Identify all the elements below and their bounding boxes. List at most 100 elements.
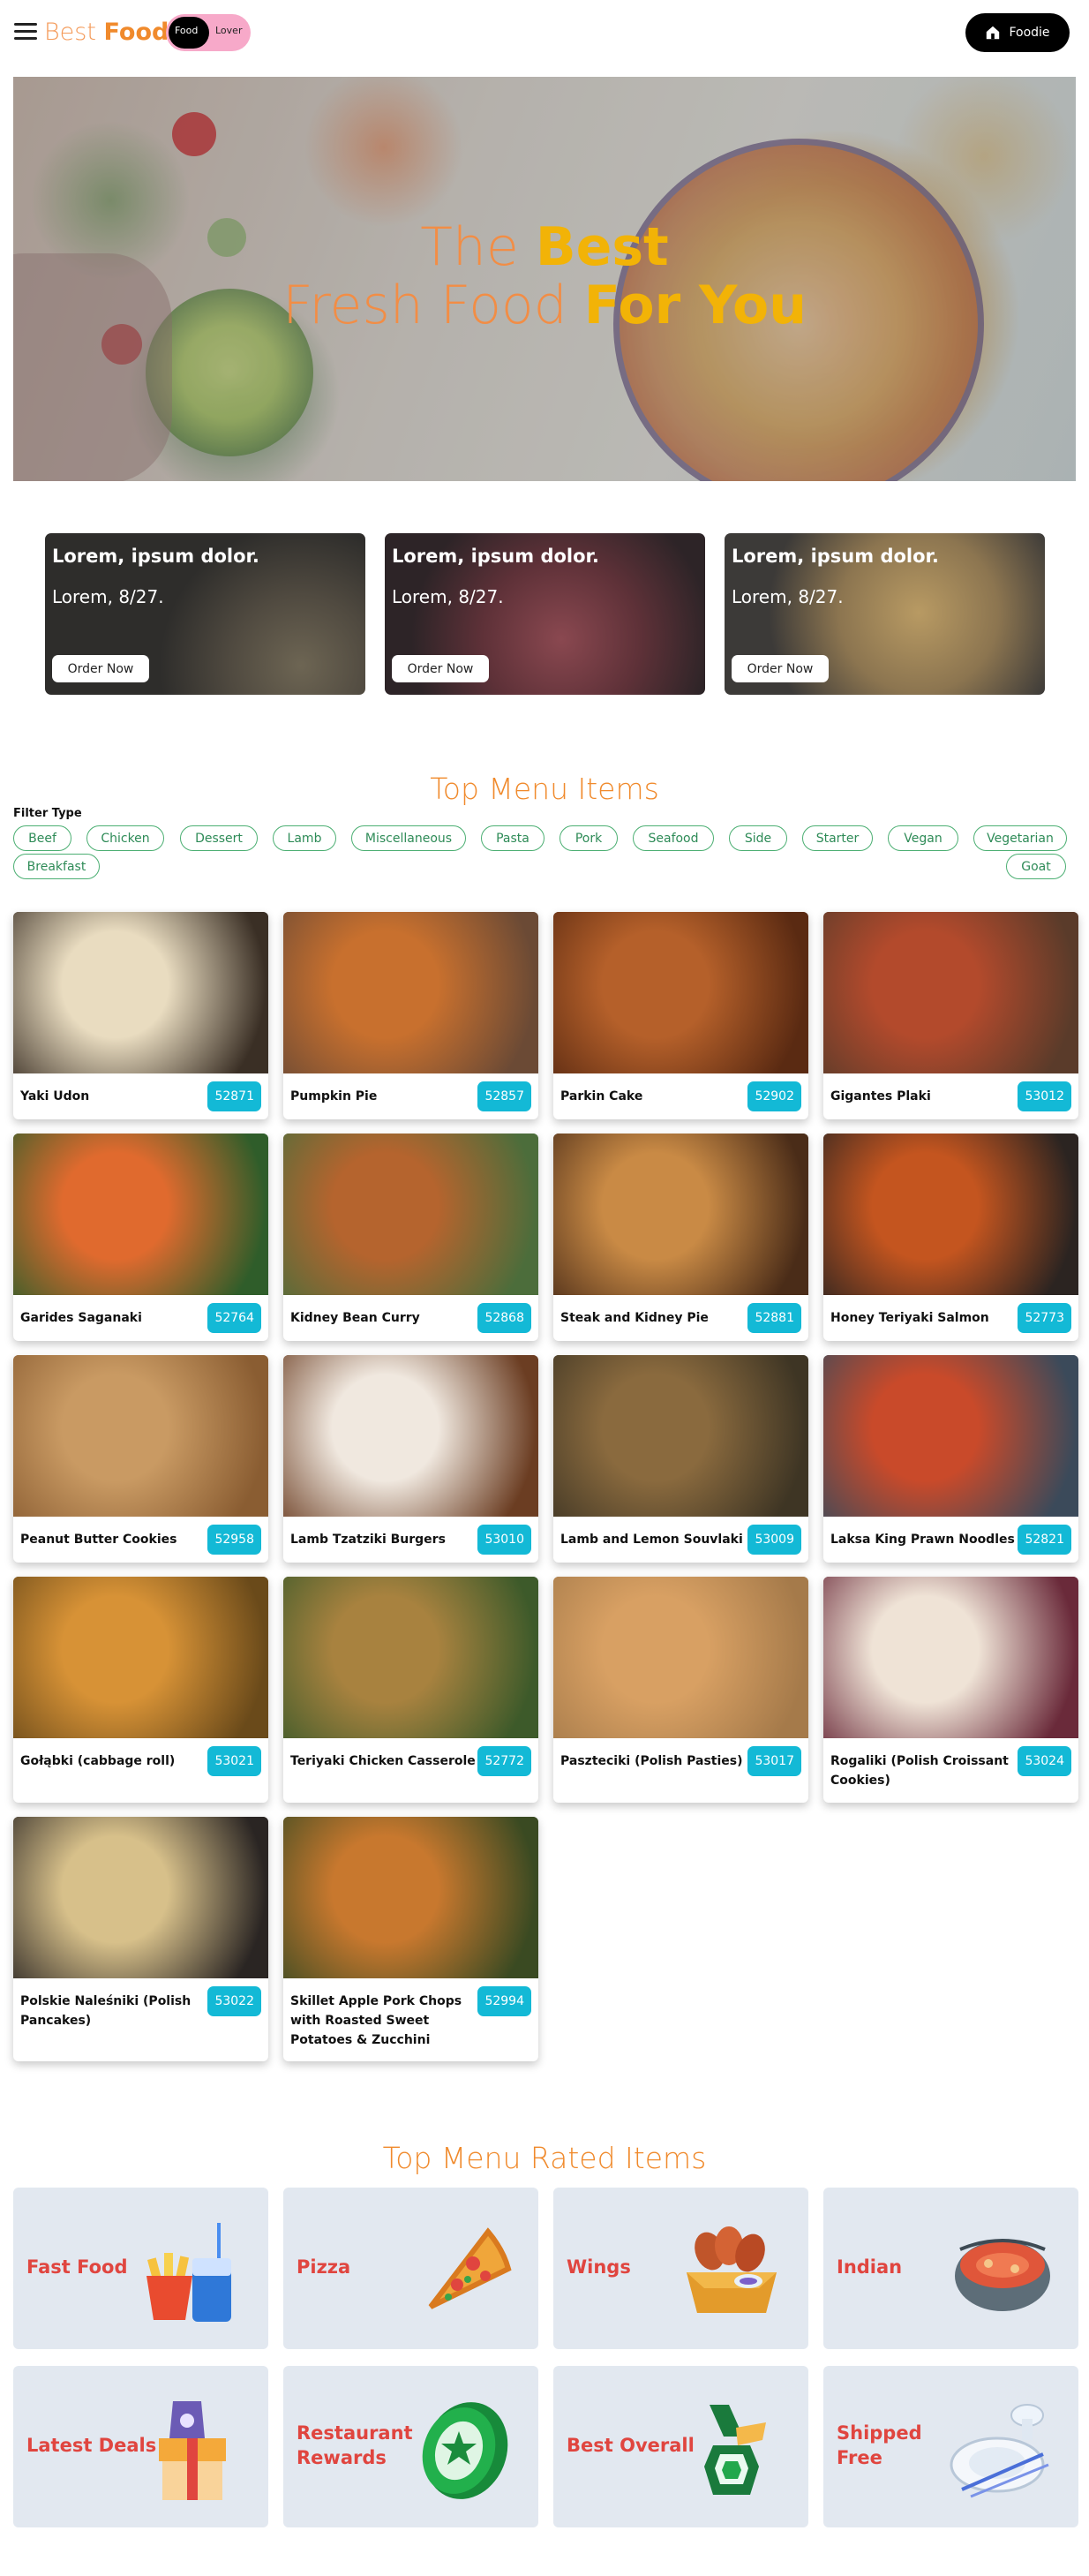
fast-food-icon xyxy=(146,2223,231,2322)
indian-curry-icon xyxy=(955,2239,1050,2311)
food-photo xyxy=(823,1355,1078,1517)
menu-card[interactable]: Paszteciki (Polish Pasties) 53017 xyxy=(553,1577,808,1803)
top-rated-title: Top Menu Rated Items xyxy=(382,2141,707,2175)
category-wings[interactable]: Wings xyxy=(553,2188,808,2349)
menu-item-id-badge: 52881 xyxy=(747,1303,801,1333)
menu-card[interactable]: Lamb Tzatziki Burgers 53010 xyxy=(283,1355,538,1563)
menu-item-id-badge: 52764 xyxy=(207,1303,261,1333)
toggle-off-label: Lover xyxy=(215,25,243,36)
food-photo xyxy=(553,1577,808,1738)
menu-card[interactable]: Parkin Cake 52902 xyxy=(553,912,808,1119)
filter-chip-goat[interactable]: Goat xyxy=(1006,854,1066,879)
filter-chip-side[interactable]: Side xyxy=(729,825,787,851)
food-photo xyxy=(283,1577,538,1738)
wings-icon xyxy=(687,2226,777,2313)
top-menu-title: Top Menu Items xyxy=(430,772,659,806)
hero-line2-light: Fresh Food xyxy=(282,275,567,336)
promo-subtitle: Lorem, 8/27. xyxy=(52,586,164,607)
order-now-button[interactable]: Order Now xyxy=(52,655,149,682)
brand-logo[interactable]: Best Foods xyxy=(44,18,183,48)
menu-item-id-badge: 53021 xyxy=(207,1746,261,1776)
menu-card[interactable]: Gołąbki (cabbage roll) 53021 xyxy=(13,1577,268,1803)
menu-item-name: Lamb Tzatziki Burgers xyxy=(290,1533,446,1547)
menu-item-id-badge: 53012 xyxy=(1018,1081,1071,1111)
menu-item-id-badge: 53010 xyxy=(477,1525,531,1555)
food-photo xyxy=(13,1355,268,1517)
filter-chip-breakfast[interactable]: Breakfast xyxy=(13,854,100,879)
order-now-button[interactable]: Order Now xyxy=(392,655,489,682)
filter-chip-pasta[interactable]: Pasta xyxy=(481,825,544,851)
menu-item-id-badge: 53022 xyxy=(207,1986,261,2016)
filter-chip-beef[interactable]: Beef xyxy=(13,825,71,851)
home-icon xyxy=(987,26,1000,40)
promo-subtitle: Lorem, 8/27. xyxy=(732,586,844,607)
hero-headline: The Best Fresh Food For You xyxy=(13,218,1076,335)
order-now-button[interactable]: Order Now xyxy=(732,655,829,682)
menu-card[interactable]: Polskie Naleśniki (Polish Pancakes) 5302… xyxy=(13,1817,268,2061)
filter-chip-pork[interactable]: Pork xyxy=(560,825,618,851)
menu-item-id-badge: 52821 xyxy=(1018,1525,1071,1555)
menu-item-id-badge: 53017 xyxy=(747,1746,801,1776)
menu-card[interactable]: Peanut Butter Cookies 52958 xyxy=(13,1355,268,1563)
menu-card[interactable]: Kidney Bean Curry 52868 xyxy=(283,1134,538,1341)
category-label: Fast Food xyxy=(26,2256,128,2278)
menu-card[interactable]: Steak and Kidney Pie 52881 xyxy=(553,1134,808,1341)
brand-light-text: Best xyxy=(44,19,96,46)
category-fast-food[interactable]: Fast Food xyxy=(13,2188,268,2349)
menu-card[interactable]: Skillet Apple Pork Chops with Roasted Sw… xyxy=(283,1817,538,2061)
category-best-overall[interactable]: Best Overall xyxy=(553,2366,808,2527)
menu-card[interactable]: Teriyaki Chicken Casserole 52772 xyxy=(283,1577,538,1803)
filter-chip-starter[interactable]: Starter xyxy=(802,825,873,851)
food-photo xyxy=(283,1134,538,1295)
filter-chip-vegan[interactable]: Vegan xyxy=(888,825,958,851)
hero-line1-light: The xyxy=(420,216,519,278)
filter-chip-miscellaneous[interactable]: Miscellaneous xyxy=(351,825,466,851)
food-photo xyxy=(283,912,538,1073)
category-label: Wings xyxy=(567,2256,631,2278)
menu-card[interactable]: Gigantes Plaki 53012 xyxy=(823,912,1078,1119)
menu-card[interactable]: Honey Teriyaki Salmon 52773 xyxy=(823,1134,1078,1341)
menu-item-name: Garides Saganaki xyxy=(20,1311,142,1325)
filter-chip-seafood[interactable]: Seafood xyxy=(633,825,714,851)
menu-item-name: Pumpkin Pie xyxy=(290,1089,378,1103)
promo-title: Lorem, ipsum dolor. xyxy=(732,546,939,567)
menu-icon[interactable] xyxy=(14,23,37,41)
shipped-plates-icon xyxy=(950,2404,1049,2498)
food-photo xyxy=(13,1134,268,1295)
menu-item-name: Steak and Kidney Pie xyxy=(560,1311,709,1325)
top-nav: Best Foods Food Lover Foodie xyxy=(0,0,1089,67)
menu-item-id-badge: 52772 xyxy=(477,1746,531,1776)
menu-item-name: Paszteciki (Polish Pasties) xyxy=(560,1754,743,1768)
food-lover-toggle[interactable]: Food Lover xyxy=(166,14,251,51)
category-indian[interactable]: Indian xyxy=(823,2188,1078,2349)
menu-card[interactable]: Laksa King Prawn Noodles 52821 xyxy=(823,1355,1078,1563)
promo-title: Lorem, ipsum dolor. xyxy=(52,546,259,567)
menu-item-id-badge: 52868 xyxy=(477,1303,531,1333)
menu-item-id-badge: 53009 xyxy=(747,1525,801,1555)
hero-banner: The Best Fresh Food For You xyxy=(13,77,1076,481)
menu-card[interactable]: Rogaliki (Polish Croissant Cookies) 5302… xyxy=(823,1577,1078,1803)
menu-item-name: Teriyaki Chicken Casserole xyxy=(290,1754,476,1768)
menu-card[interactable]: Lamb and Lemon Souvlaki 53009 xyxy=(553,1355,808,1563)
food-photo xyxy=(283,1817,538,1978)
category-latest-deals[interactable]: Latest Deals xyxy=(13,2366,268,2527)
menu-item-name: Kidney Bean Curry xyxy=(290,1311,420,1325)
menu-item-id-badge: 53024 xyxy=(1018,1746,1071,1776)
promo-title: Lorem, ipsum dolor. xyxy=(392,546,599,567)
category-restaurant-rewards[interactable]: Restaurant Rewards xyxy=(283,2366,538,2527)
foodie-button[interactable]: Foodie xyxy=(965,13,1070,52)
filter-chip-dessert[interactable]: Dessert xyxy=(180,825,258,851)
menu-card[interactable]: Garides Saganaki 52764 xyxy=(13,1134,268,1341)
food-photo xyxy=(13,1817,268,1978)
category-pizza[interactable]: Pizza xyxy=(283,2188,538,2349)
category-shipped-free[interactable]: Shipped Free xyxy=(823,2366,1078,2527)
promo-card: Lorem, ipsum dolor. Lorem, 8/27. Order N… xyxy=(45,533,365,695)
menu-item-id-badge: 52902 xyxy=(747,1081,801,1111)
menu-card[interactable]: Yaki Udon 52871 xyxy=(13,912,268,1119)
menu-card[interactable]: Pumpkin Pie 52857 xyxy=(283,912,538,1119)
rewards-coin-icon xyxy=(422,2402,508,2499)
filter-chip-chicken[interactable]: Chicken xyxy=(86,825,164,851)
pizza-icon xyxy=(428,2227,512,2309)
filter-chip-vegetarian[interactable]: Vegetarian xyxy=(973,825,1067,851)
filter-chip-lamb[interactable]: Lamb xyxy=(273,825,336,851)
